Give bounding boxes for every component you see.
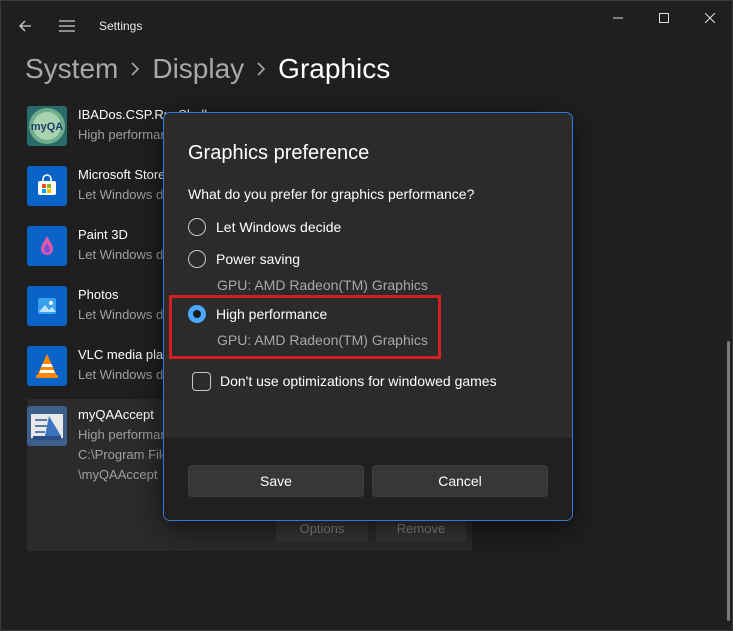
graphics-preference-dialog: Graphics preference What do you prefer f… — [163, 112, 573, 521]
app-name: Photos — [78, 287, 119, 302]
scrollbar[interactable] — [727, 341, 730, 621]
breadcrumb-display[interactable]: Display — [152, 53, 244, 85]
minimize-icon — [613, 17, 623, 19]
paint-3d-icon — [27, 226, 67, 266]
back-button[interactable] — [11, 13, 39, 39]
maximize-icon — [659, 13, 669, 23]
navigation-menu-button[interactable] — [53, 13, 81, 39]
breadcrumb-system[interactable]: System — [25, 53, 118, 85]
radio-label: Let Windows decide — [216, 219, 342, 235]
myqaaccept-icon — [27, 406, 67, 446]
close-button[interactable] — [687, 1, 732, 35]
windowed-games-optimization-toggle[interactable]: Don't use optimizations for windowed gam… — [192, 370, 497, 392]
radio-power-saving[interactable]: Power saving — [188, 248, 300, 270]
myqa-icon: myQA — [27, 106, 67, 146]
app-name: Paint 3D — [78, 227, 128, 242]
breadcrumb: System Display Graphics — [25, 49, 390, 89]
radio-let-windows-decide[interactable]: Let Windows decide — [188, 216, 341, 238]
gpu-label: GPU: AMD Radeon(TM) Graphics — [217, 277, 428, 293]
app-name: Microsoft Store — [78, 167, 166, 182]
minimize-button[interactable] — [595, 1, 641, 35]
app-path: \myQAAccept — [78, 467, 158, 482]
radio-label: Power saving — [216, 251, 301, 267]
title-bar: Settings — [1, 1, 732, 49]
photos-icon — [27, 286, 67, 326]
svg-text:myQA: myQA — [31, 121, 63, 133]
settings-window: Settings System Display Graphics myQA IB… — [0, 0, 733, 631]
app-path: C:\Program Files — [78, 447, 176, 462]
radio-circle-icon[interactable] — [188, 250, 206, 268]
back-arrow-icon — [19, 20, 31, 32]
cancel-button[interactable]: Cancel — [372, 465, 548, 497]
maximize-button[interactable] — [641, 1, 687, 35]
breadcrumb-graphics: Graphics — [278, 53, 391, 84]
checkbox-icon[interactable] — [192, 371, 211, 391]
app-title: Settings — [99, 19, 143, 33]
close-icon — [705, 13, 715, 23]
save-button[interactable]: Save — [188, 465, 364, 497]
dialog-footer: Save Cancel — [164, 438, 572, 520]
checkbox-label: Don't use optimizations for windowed gam… — [220, 373, 497, 389]
highlight-box — [169, 295, 441, 359]
microsoft-store-icon — [27, 166, 67, 206]
breadcrumb-separator-icon — [118, 62, 152, 76]
dialog-title: Graphics preference — [188, 142, 370, 164]
vlc-icon — [27, 346, 67, 386]
hamburger-icon — [59, 20, 75, 32]
breadcrumb-separator-icon — [244, 62, 278, 76]
dialog-question: What do you prefer for graphics performa… — [188, 186, 475, 202]
radio-circle-icon[interactable] — [188, 218, 206, 236]
app-name: myQAAccept — [78, 407, 154, 422]
